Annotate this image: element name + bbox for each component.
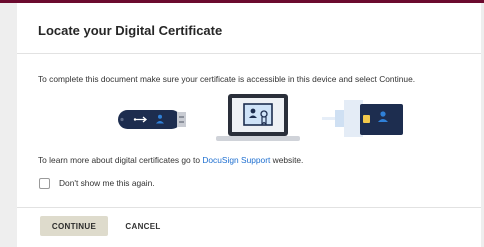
learn-more-suffix: website. bbox=[270, 155, 304, 165]
instructions-text: To complete this document make sure your… bbox=[38, 74, 416, 84]
learn-more-text: To learn more about digital certificates… bbox=[38, 155, 303, 165]
continue-button[interactable]: CONTINUE bbox=[40, 216, 108, 236]
certificate-dialog: Locate your Digital Certificate To compl… bbox=[17, 3, 481, 247]
footer-divider bbox=[17, 207, 481, 208]
cancel-button[interactable]: CANCEL bbox=[118, 216, 168, 236]
learn-more-prefix: To learn more about digital certificates… bbox=[38, 155, 203, 165]
page: Locate your Digital Certificate To compl… bbox=[0, 0, 484, 247]
dont-show-again-checkbox[interactable] bbox=[39, 177, 50, 189]
header-divider bbox=[17, 53, 481, 54]
background-left-edge bbox=[0, 3, 17, 247]
usb-token-icon bbox=[118, 110, 186, 129]
dont-show-again-label[interactable]: Don't show me this again. bbox=[59, 178, 155, 188]
dialog-title: Locate your Digital Certificate bbox=[38, 23, 223, 38]
docusign-support-link[interactable]: DocuSign Support bbox=[202, 155, 270, 165]
dont-show-again-row[interactable]: Don't show me this again. bbox=[39, 176, 155, 190]
smart-card-reader-icon bbox=[322, 100, 403, 137]
laptop-certificate-icon bbox=[216, 94, 300, 141]
device-illustrations bbox=[118, 94, 403, 141]
